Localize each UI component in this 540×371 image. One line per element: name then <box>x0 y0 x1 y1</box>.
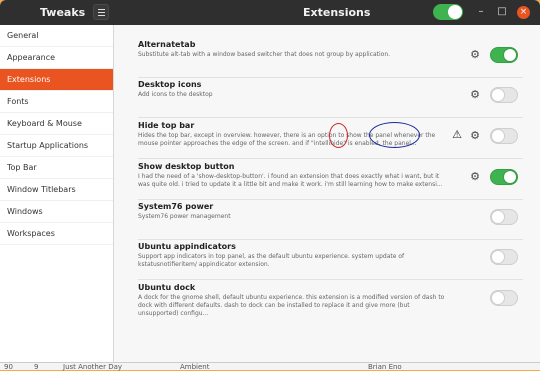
extension-name: System76 power <box>138 202 214 211</box>
gear-icon[interactable]: ⚙ <box>468 88 482 102</box>
page-title: Extensions <box>303 6 371 19</box>
extension-description: A dock for the gnome shell, default ubun… <box>138 294 445 317</box>
extension-row: Desktop icons Add icons to the desktop ⚙ <box>138 78 523 118</box>
toggle-knob <box>491 88 505 102</box>
gear-icon[interactable]: ⚙ <box>468 129 482 143</box>
extension-toggle[interactable] <box>490 47 518 63</box>
title-bar: Tweaks Extensions – □ × <box>0 0 540 25</box>
extension-description: I had the need of a 'show-desktop-button… <box>138 173 443 188</box>
extension-row: System76 power System76 power management <box>138 200 523 240</box>
extension-name: Ubuntu dock <box>138 283 196 292</box>
extension-name: Desktop icons <box>138 80 202 89</box>
maximize-icon[interactable]: □ <box>496 6 508 18</box>
extension-row: Ubuntu appindicators Support app indicato… <box>138 240 523 280</box>
warning-triangle-icon[interactable]: ⚠ <box>450 128 464 142</box>
sidebar-item-fonts[interactable]: Fonts <box>0 91 113 113</box>
hamburger-menu-button[interactable] <box>93 4 109 20</box>
tweaks-window: Tweaks Extensions – □ × General Appearanc… <box>0 0 540 362</box>
sidebar-item-workspaces[interactable]: Workspaces <box>0 223 113 245</box>
toggle-knob <box>503 48 517 62</box>
extensions-list: Alternatetab Substitute alt-tab with a wi… <box>115 25 540 362</box>
toggle-knob <box>448 5 462 19</box>
extension-name: Show desktop button <box>138 162 235 171</box>
menu-icon <box>98 9 105 10</box>
extension-row: Show desktop button I had the need of a '… <box>138 160 523 200</box>
toggle-knob <box>503 170 517 184</box>
sidebar-item-startup-applications[interactable]: Startup Applications <box>0 135 113 157</box>
extension-toggle[interactable] <box>490 209 518 225</box>
toggle-knob <box>491 129 505 143</box>
extension-row: Alternatetab Substitute alt-tab with a wi… <box>138 38 523 78</box>
annotation-red-circle <box>329 123 348 148</box>
toggle-knob <box>491 210 505 224</box>
sidebar-item-appearance[interactable]: Appearance <box>0 47 113 69</box>
extension-name: Ubuntu appindicators <box>138 242 236 251</box>
sidebar-item-keyboard-mouse[interactable]: Keyboard & Mouse <box>0 113 113 135</box>
sidebar-item-top-bar[interactable]: Top Bar <box>0 157 113 179</box>
close-icon[interactable]: × <box>517 6 530 19</box>
toggle-knob <box>491 250 505 264</box>
extension-description: Substitute alt-tab with a window based s… <box>138 51 391 58</box>
sidebar-item-windows[interactable]: Windows <box>0 201 113 223</box>
menu-icon <box>98 15 105 16</box>
app-title: Tweaks <box>40 6 86 19</box>
sidebar-item-window-titlebars[interactable]: Window Titlebars <box>0 179 113 201</box>
extension-toggle[interactable] <box>490 249 518 265</box>
extension-toggle[interactable] <box>490 290 518 306</box>
extension-toggle[interactable] <box>490 87 518 103</box>
sidebar-item-extensions[interactable]: Extensions <box>0 69 113 91</box>
extension-toggle[interactable] <box>490 128 518 144</box>
extension-name: Hide top bar <box>138 121 195 130</box>
extension-description: System76 power management <box>138 213 231 220</box>
extension-row: Ubuntu dock A dock for the gnome shell, d… <box>138 281 523 321</box>
minimize-icon[interactable]: – <box>475 6 487 18</box>
gear-icon[interactable]: ⚙ <box>468 170 482 184</box>
extensions-master-toggle[interactable] <box>433 4 463 20</box>
annotation-blue-circle <box>369 122 420 148</box>
extension-description: Add icons to the desktop <box>138 91 213 98</box>
extension-toggle[interactable] <box>490 169 518 185</box>
menu-icon <box>98 12 105 13</box>
toggle-knob <box>491 291 505 305</box>
sidebar: General Appearance Extensions Fonts Keyboard… <box>0 25 114 362</box>
gear-icon[interactable]: ⚙ <box>468 48 482 62</box>
extension-name: Alternatetab <box>138 40 196 49</box>
extension-description: Support app indicators in top panel, as … <box>138 253 405 268</box>
sidebar-item-general[interactable]: General <box>0 25 113 47</box>
